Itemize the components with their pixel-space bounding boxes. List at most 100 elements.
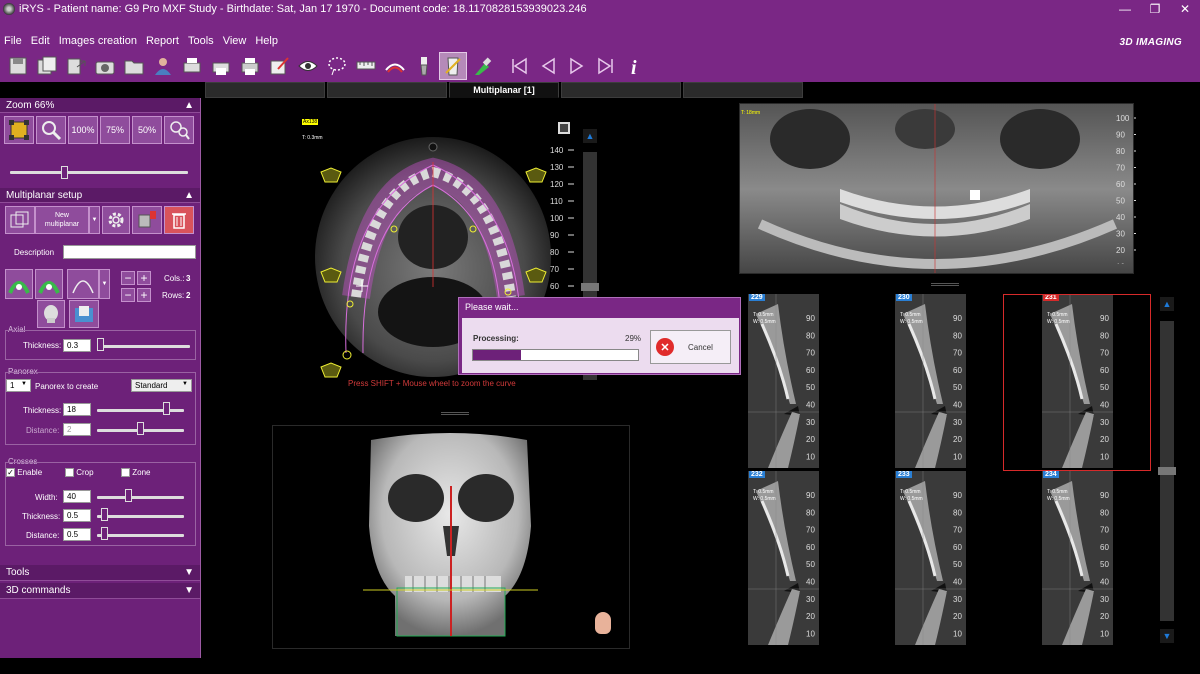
last-button[interactable] — [592, 52, 620, 80]
menu-report[interactable]: Report — [146, 35, 179, 47]
panorex-view-button[interactable] — [5, 269, 33, 299]
tab-1[interactable] — [205, 82, 325, 98]
menu-edit[interactable]: Edit — [31, 35, 50, 47]
crosses-thickness-thumb[interactable] — [101, 508, 108, 521]
crosses-thickness-input[interactable]: 0.5 — [63, 509, 91, 522]
zoom-50-button[interactable]: 50% — [132, 116, 162, 144]
copy-multiplanar-button[interactable] — [132, 206, 162, 234]
tab-5[interactable] — [683, 82, 803, 98]
crosses-distance-track[interactable] — [97, 534, 184, 537]
horizontal-splitter[interactable] — [441, 412, 469, 415]
settings-button[interactable] — [102, 206, 130, 234]
zoom-100-button[interactable]: 100% — [68, 116, 98, 144]
tools-section-header[interactable]: Tools ▼ — [0, 565, 200, 581]
edit-draw-button[interactable] — [265, 52, 293, 80]
panorex-type-select[interactable]: Standard ▼ — [131, 379, 192, 392]
head-orientation-icon[interactable] — [595, 612, 611, 634]
crosses-width-track[interactable] — [97, 496, 184, 499]
zoom-slider-thumb[interactable] — [61, 166, 69, 179]
arch-view-button[interactable] — [35, 269, 63, 299]
axial-scroll-up-button[interactable]: ▲ — [583, 129, 597, 143]
zoom-slider-track[interactable] — [10, 171, 188, 174]
menu-file[interactable]: File — [4, 35, 22, 47]
multiplanar-section-header[interactable]: Multiplanar setup ▲ — [0, 188, 200, 203]
curve-draw-button[interactable] — [67, 269, 99, 299]
skull-view-button[interactable] — [37, 300, 65, 328]
previous-button[interactable] — [534, 52, 562, 80]
tooth-view-button[interactable] — [69, 300, 99, 328]
new-multiplanar-icon-button[interactable] — [5, 206, 35, 234]
axial-thickness-input[interactable]: 0.3 — [63, 339, 91, 352]
play-button[interactable] — [563, 52, 591, 80]
panorex-count-select[interactable]: 1 ▼ — [6, 379, 31, 392]
crop-checkbox[interactable]: Crop — [65, 468, 94, 478]
rows-minus-button[interactable]: − — [121, 288, 135, 302]
tab-4[interactable] — [561, 82, 681, 98]
zoom-section-header[interactable]: Zoom 66% ▲ — [0, 98, 200, 113]
folder-button[interactable] — [120, 52, 148, 80]
printer-button[interactable] — [236, 52, 264, 80]
teeth-select-button[interactable] — [439, 52, 467, 80]
panorex-distance-input[interactable]: 2 — [63, 423, 91, 436]
new-multiplanar-dropdown[interactable]: ▼ — [89, 206, 100, 234]
camera-button[interactable] — [91, 52, 119, 80]
cols-minus-button[interactable]: − — [121, 271, 135, 285]
crosses-distance-input[interactable]: 0.5 — [63, 528, 91, 541]
cross-scroll-up-button[interactable]: ▲ — [1160, 297, 1174, 311]
panorex-thickness-thumb[interactable] — [162, 402, 170, 415]
implant-button[interactable] — [410, 52, 438, 80]
skull-3d-view[interactable] — [272, 425, 630, 649]
brush-button[interactable] — [468, 52, 496, 80]
tab-2[interactable] — [327, 82, 447, 98]
axial-thickness-track[interactable] — [97, 345, 190, 348]
panorex-distance-thumb[interactable] — [137, 422, 144, 435]
export-button[interactable] — [62, 52, 90, 80]
crosses-thickness-track[interactable] — [97, 515, 184, 518]
right-splitter[interactable] — [931, 283, 959, 286]
tab-multiplanar[interactable]: Multiplanar [1] — [449, 82, 559, 98]
delete-button[interactable] — [164, 206, 194, 234]
enable-check-box[interactable]: ✓ — [6, 468, 15, 478]
axial-thickness-thumb[interactable] — [97, 338, 104, 351]
cross-scroll-thumb[interactable] — [1158, 467, 1176, 475]
rows-plus-button[interactable]: + — [137, 288, 151, 302]
cancel-button[interactable]: ✕ Cancel — [650, 330, 731, 364]
zoom-multi-button[interactable] — [164, 116, 194, 144]
menu-view[interactable]: View — [223, 35, 247, 47]
info-button[interactable]: i — [621, 52, 649, 80]
crosses-width-input[interactable]: 40 — [63, 490, 91, 503]
menu-images-creation[interactable]: Images creation — [59, 35, 137, 47]
menu-tools[interactable]: Tools — [188, 35, 214, 47]
axial-scroll-thumb[interactable] — [581, 283, 599, 291]
menu-help[interactable]: Help — [255, 35, 278, 47]
panorex-thickness-track[interactable] — [97, 409, 184, 412]
panoramic-view[interactable]: T: 18mm — [739, 103, 1134, 274]
print-preview-button[interactable] — [207, 52, 235, 80]
nerve-button[interactable] — [381, 52, 409, 80]
description-input[interactable] — [63, 245, 196, 259]
crop-check-box[interactable] — [65, 468, 74, 478]
zoom-75-button[interactable]: 75% — [100, 116, 130, 144]
crosses-width-thumb[interactable] — [125, 489, 132, 502]
measure-ruler-button[interactable] — [352, 52, 380, 80]
axial-layout-icon[interactable] — [558, 122, 570, 134]
lasso-button[interactable] — [323, 52, 351, 80]
new-multiplanar-button[interactable]: New multiplanar — [35, 206, 89, 234]
eye-button[interactable] — [294, 52, 322, 80]
zone-check-box[interactable] — [121, 468, 130, 478]
enable-checkbox[interactable]: ✓ Enable — [6, 468, 42, 478]
curve-draw-dropdown[interactable]: ▼ — [99, 269, 110, 299]
close-window-button[interactable]: ✕ — [1170, 0, 1200, 17]
maximize-button[interactable]: ❐ — [1140, 0, 1170, 17]
cross-scroll-down-button[interactable]: ▼ — [1160, 629, 1174, 643]
first-button[interactable] — [505, 52, 533, 80]
3d-commands-section-header[interactable]: 3D commands ▼ — [0, 583, 200, 599]
crosses-distance-thumb[interactable] — [101, 527, 108, 540]
save-button[interactable] — [4, 52, 32, 80]
zoom-fit-button[interactable] — [4, 116, 34, 144]
minimize-button[interactable]: — — [1110, 0, 1140, 17]
print-button[interactable] — [178, 52, 206, 80]
save-copy-button[interactable] — [33, 52, 61, 80]
cols-plus-button[interactable]: + — [137, 271, 151, 285]
patient-button[interactable] — [149, 52, 177, 80]
